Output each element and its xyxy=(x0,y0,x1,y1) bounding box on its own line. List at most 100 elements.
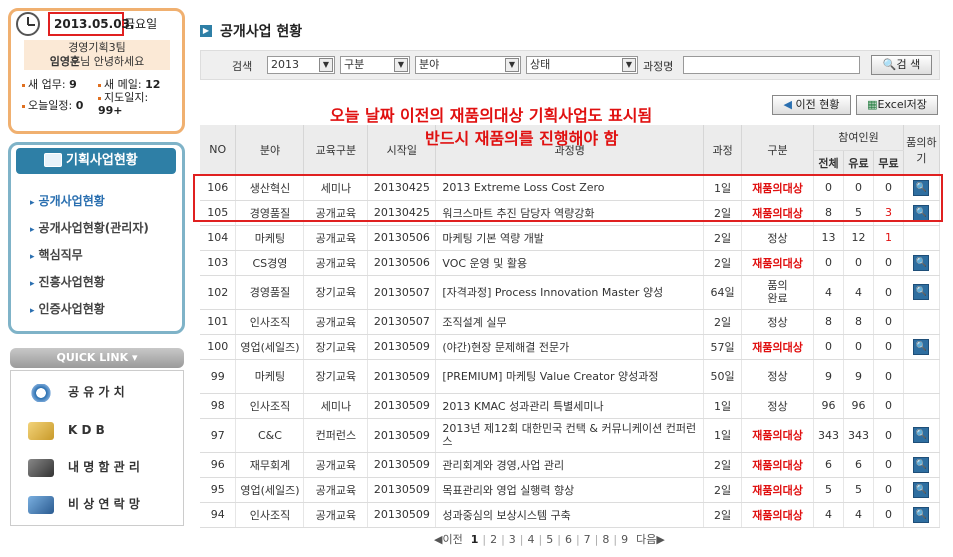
table-row[interactable]: 103 CS경영 공개교육 20130506 VOC 운영 및 활용 2일 재품의대상 0 0 0… xyxy=(200,250,941,276)
table-row[interactable]: 100 영업(세일즈) 장기교육 20130509 (야간)현장 문제해결 전문가 57일… xyxy=(200,334,941,360)
cell-course-name[interactable]: (야간)현장 문제해결 전문가 xyxy=(435,334,705,360)
pager-page[interactable]: 2 xyxy=(490,533,497,546)
cell-category: 재품의대상 xyxy=(741,452,814,478)
quicklink-shared-value[interactable]: 공 유 가 치 xyxy=(28,380,178,404)
approval-view-icon[interactable]: 🔍 xyxy=(913,254,930,271)
cell-paid: 6 xyxy=(843,452,874,478)
sidebar-item-core-duty[interactable]: ▸ 핵심직무 xyxy=(30,246,83,263)
year-select[interactable]: 2013 ▼ xyxy=(267,56,335,74)
pager-page[interactable]: 7 xyxy=(584,533,591,546)
today-schedule-stat[interactable]: 오늘일정: 0 xyxy=(22,97,83,113)
search-button[interactable]: 🔍검 색 xyxy=(871,55,932,75)
course-name-label: 과정명 xyxy=(643,60,674,73)
cell-course-name[interactable]: 성과중심의 보상시스템 구축 xyxy=(435,502,705,528)
table-row[interactable]: 94 인사조직 공개교육 20130509 성과중심의 보상시스템 구축 2일 재품의대상 4… xyxy=(200,502,941,528)
cell-free: 1 xyxy=(873,225,904,251)
pager-page[interactable]: 5 xyxy=(546,533,553,546)
pager-separator: | xyxy=(538,533,543,546)
cell-no: 94 xyxy=(200,502,237,528)
cell-edu-type: 공개교육 xyxy=(303,477,369,503)
quicklink-business-card[interactable]: 내 명 함 관 리 xyxy=(28,455,178,479)
col-participants: 참여인원 xyxy=(813,125,904,151)
department: 경영기획3팀 xyxy=(68,41,126,54)
approval-view-icon[interactable]: 🔍 xyxy=(913,338,930,355)
excel-save-button[interactable]: ▦Excel저장 xyxy=(856,95,938,115)
pager-separator: | xyxy=(575,533,580,546)
status-select[interactable]: 상태 ▼ xyxy=(526,56,638,74)
cell-course-name[interactable]: 관리회계와 경영,사업 관리 xyxy=(435,452,705,478)
new-tasks-stat[interactable]: 새 업무: 9 xyxy=(22,76,77,92)
approval-view-icon[interactable]: 🔍 xyxy=(913,284,930,300)
sidebar-item-public-business-admin[interactable]: ▸ 공개사업현황(관리자) xyxy=(30,219,149,236)
category-select[interactable]: 구분 ▼ xyxy=(340,56,410,74)
cell-field: 경영품질 xyxy=(235,275,305,310)
pager-page[interactable]: 9 xyxy=(621,533,628,546)
cell-course-name[interactable]: VOC 운영 및 활용 xyxy=(435,250,705,276)
pager-prev[interactable]: ◀이전 xyxy=(434,533,463,546)
cell-total: 9 xyxy=(813,359,844,394)
chevron-down-icon: ▼ xyxy=(505,58,519,72)
sidebar-item-public-business[interactable]: ▸ 공개사업현황 xyxy=(30,192,105,209)
col-length: 과정 xyxy=(703,125,743,176)
quicklink-kdb[interactable]: K D B xyxy=(28,418,178,442)
cell-free: 0 xyxy=(873,418,904,453)
new-mail-stat[interactable]: 새 메일: 12 xyxy=(98,76,160,92)
pager-page[interactable]: 8 xyxy=(602,533,609,546)
table-row[interactable]: 104 마케팅 공개교육 20130506 마케팅 기본 역량 개발 2일 정상 13 12 1 xyxy=(200,225,941,251)
cell-course-name[interactable]: 2013 KMAC 성과관리 특별세미나 xyxy=(435,393,705,419)
cell-edu-type: 공개교육 xyxy=(303,452,369,478)
notice-line-1: 오늘 날짜 이전의 재품의대상 기획사업도 표시됨 xyxy=(330,106,653,125)
table-row[interactable]: 98 인사조직 세미나 20130509 2013 KMAC 성과관리 특별세미나 1일 정… xyxy=(200,393,941,419)
approval-view-icon[interactable]: 🔍 xyxy=(913,481,930,498)
table-row[interactable]: 99 마케팅 장기교육 20130509 [PREMIUM] 마케팅 Value Cre… xyxy=(200,359,941,394)
cell-paid: 5 xyxy=(843,477,874,503)
pager-page[interactable]: 3 xyxy=(509,533,516,546)
quicklink-header[interactable]: QUICK LINK ▾ xyxy=(10,348,184,368)
cell-no: 95 xyxy=(200,477,237,503)
col-approval: 품의하기 xyxy=(903,125,941,176)
table-row[interactable]: 96 재무회계 공개교육 20130509 관리회계와 경영,사업 관리 2일 재품의대상 6… xyxy=(200,452,941,478)
cell-course-name[interactable]: 목표관리와 영업 실행력 향상 xyxy=(435,477,705,503)
cell-field: 마케팅 xyxy=(235,225,305,251)
cell-course-name[interactable]: [자격과정] Process Innovation Master 양성 xyxy=(435,275,705,310)
cell-start-date: 20130509 xyxy=(367,452,437,478)
cell-start-date: 20130509 xyxy=(367,418,437,453)
cell-course-name[interactable]: 마케팅 기본 역량 개발 xyxy=(435,225,705,251)
cell-course-name[interactable]: [PREMIUM] 마케팅 Value Creator 양성과정 xyxy=(435,359,705,394)
guide-log-stat[interactable]: 지도일지: 99+ xyxy=(98,91,148,117)
previous-status-button[interactable]: ◀ 이전 현황 xyxy=(772,95,851,115)
approval-view-icon[interactable]: 🔍 xyxy=(913,456,930,473)
cell-free: 0 xyxy=(873,502,904,528)
pager-next[interactable]: 다음▶ xyxy=(636,533,665,546)
cell-paid: 8 xyxy=(843,309,874,335)
cell-category: 정상 xyxy=(741,309,814,335)
pager-page[interactable]: 6 xyxy=(565,533,572,546)
approval-view-icon[interactable]: 🔍 xyxy=(913,427,930,443)
cell-approval: 🔍 xyxy=(903,334,941,360)
table-row[interactable]: 101 인사조직 공개교육 20130507 조직설계 실무 2일 정상 8 8 0 xyxy=(200,309,941,335)
quicklink-emergency-contact[interactable]: 비 상 연 락 망 xyxy=(28,492,178,516)
cell-paid: 0 xyxy=(843,334,874,360)
table-row[interactable]: 95 영업(세일즈) 공개교육 20130509 목표관리와 영업 실행력 향상 2일 재품… xyxy=(200,477,941,503)
table-row[interactable]: 102 경영품질 장기교육 20130507 [자격과정] Process Innova… xyxy=(200,275,941,310)
course-name-input[interactable] xyxy=(683,56,860,74)
field-select[interactable]: 분야 ▼ xyxy=(415,56,521,74)
pager-separator: | xyxy=(557,533,561,546)
cell-start-date: 20130509 xyxy=(367,359,437,394)
cell-no: 97 xyxy=(200,418,237,453)
cell-no: 102 xyxy=(200,275,237,310)
cell-course-name[interactable]: 조직설계 실무 xyxy=(435,309,705,335)
cell-category: 재품의대상 xyxy=(741,477,814,503)
sidebar-item-promotion-business[interactable]: ▸ 진흥사업현황 xyxy=(30,273,105,290)
cell-course-name[interactable]: 2013년 제12회 대한민국 컨택 & 커뮤니케이션 컨퍼런스 xyxy=(435,418,705,453)
cell-paid: 12 xyxy=(843,225,874,251)
col-free: 무료 xyxy=(873,150,904,176)
pager-page[interactable]: 4 xyxy=(528,533,535,546)
col-total: 전체 xyxy=(813,150,844,176)
approval-view-icon[interactable]: 🔍 xyxy=(913,506,930,523)
cell-length: 1일 xyxy=(703,418,743,453)
pager-page[interactable]: 1 xyxy=(471,533,479,546)
table-row[interactable]: 97 C&C 컨퍼런스 20130509 2013년 제12회 대한민국 컨택 & 커뮤… xyxy=(200,418,941,453)
sidebar-item-certification-business[interactable]: ▸ 인증사업현황 xyxy=(30,300,105,317)
cell-paid: 343 xyxy=(843,418,874,453)
